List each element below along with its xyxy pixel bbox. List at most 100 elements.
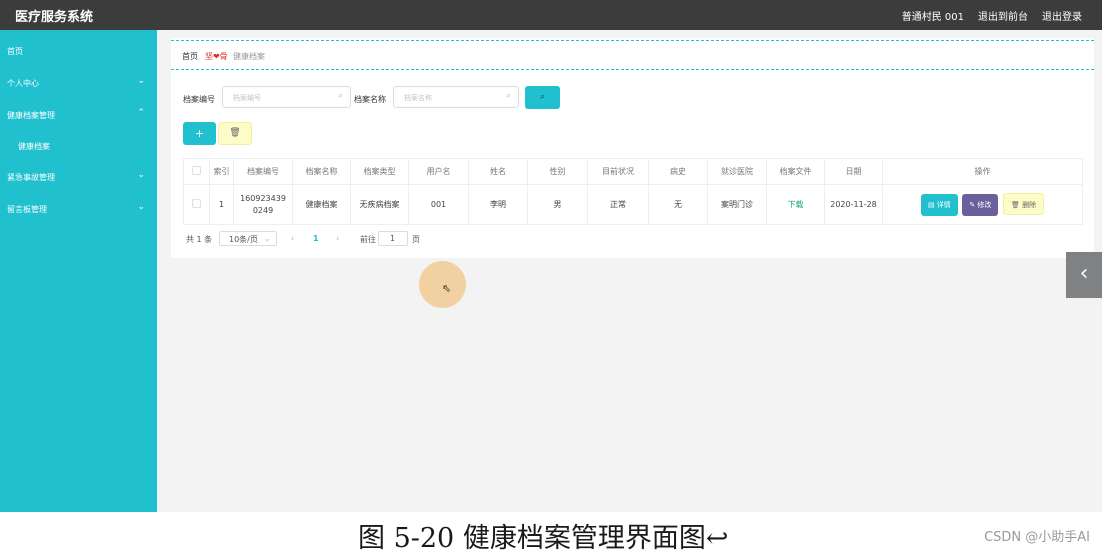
cell-code: 1609234390249 (233, 184, 293, 225)
column-header: 索引 (209, 158, 234, 185)
sidebar-item-label: 健康档案管理 (7, 111, 55, 120)
cell-username: 001 (408, 184, 469, 225)
cell-type: 无疾病档案 (350, 184, 409, 225)
delete-label: 删除 (1022, 201, 1037, 209)
pagination: 共 1 条 10条/页 ⌄ ‹ 1 › 前往 1 页 (186, 228, 486, 248)
column-header: 档案名称 (292, 158, 351, 185)
next-page-button[interactable]: › (336, 234, 339, 243)
main-content: 首页 坚❤骨 健康档案 档案编号 档案编号 ⌕ 档案名称 档案名称 ⌕ ⌕ + … (171, 38, 1094, 258)
figure-caption: 图 5-20 健康档案管理界面图↩ (358, 523, 729, 554)
cell-name: 健康档案 (292, 184, 351, 225)
sidebar: 首页 个人中心 ⌄ 健康档案管理 ⌃ 健康档案 紧急事故管理 ⌄ 留言板管理 ⌄ (0, 30, 157, 512)
select-all-checkbox[interactable] (192, 166, 201, 175)
user-label: 普通村民 001 (901, 12, 964, 23)
page-size-value: 10条/页 (229, 235, 258, 244)
logout-link[interactable]: 退出登录 (1042, 8, 1082, 23)
goto-page-input[interactable]: 1 (378, 231, 408, 246)
cell-actions: ▤ 详情 ✎ 修改 🗑 删除 (882, 184, 1083, 225)
goto-page-value: 1 (390, 234, 396, 243)
page-size-select[interactable]: 10条/页 ⌄ (219, 231, 277, 246)
app-title: 医疗服务系统 (15, 10, 94, 25)
table-header-row: 索引 档案编号 档案名称 档案类型 用户名 姓名 性别 目前状况 病史 就诊医院… (183, 158, 1083, 185)
sidebar-item-label: 个人中心 (7, 79, 39, 88)
plus-icon: + (194, 127, 205, 140)
column-header: 档案编号 (233, 158, 293, 185)
trash-icon: 🗑 (229, 128, 241, 138)
sidebar-item-label: 留言板管理 (7, 205, 47, 214)
mouse-pointer-icon: ⇖ (442, 282, 452, 295)
sidebar-item-health-records[interactable]: 健康档案 (0, 134, 157, 158)
detail-label: 详情 (936, 201, 951, 209)
front-link[interactable]: 退出到前台 (978, 8, 1028, 23)
top-links: 普通村民 001 退出到前台 退出登录 (902, 8, 1082, 23)
goto-prefix: 前往 (360, 235, 376, 244)
current-page[interactable]: 1 (313, 234, 319, 243)
top-bar: 医疗服务系统 普通村民 001 退出到前台 退出登录 (0, 0, 1102, 30)
cell-index: 1 (209, 184, 234, 225)
chevron-down-icon: ⌄ (137, 76, 145, 86)
row-checkbox[interactable] (192, 199, 201, 208)
cell-person: 李明 (468, 184, 528, 225)
sidebar-item-home[interactable]: 首页 (0, 39, 157, 63)
column-header: 档案类型 (350, 158, 409, 185)
breadcrumb-current: 健康档案 (233, 52, 265, 61)
table-row: 1 1609234390249 健康档案 无疾病档案 001 李明 男 正常 无… (183, 184, 1083, 225)
sidebar-item-label: 首页 (7, 47, 23, 56)
record-name-placeholder: 档案名称 (404, 94, 432, 102)
cell-hospital: 案明门诊 (707, 184, 767, 225)
prev-page-button[interactable]: ‹ (291, 234, 294, 243)
breadcrumb-home[interactable]: 首页 (182, 51, 198, 62)
add-button[interactable]: + (183, 122, 216, 145)
chevron-down-icon: ⌄ (264, 234, 271, 243)
chevron-down-icon: ⌄ (137, 202, 145, 212)
column-header: 姓名 (468, 158, 528, 185)
breadcrumb-brand: 坚❤骨 (205, 52, 228, 61)
column-header: 日期 (824, 158, 883, 185)
cell-date: 2020-11-28 (824, 184, 883, 225)
chevron-down-icon: ⌄ (137, 170, 145, 180)
sidebar-item-health-records-mgmt[interactable]: 健康档案管理 ⌃ (0, 103, 157, 127)
figure-caption-area: 图 5-20 健康档案管理界面图↩ CSDN @小助手AI (0, 512, 1102, 554)
cell-gender: 男 (527, 184, 588, 225)
column-header: 操作 (882, 158, 1083, 185)
download-link[interactable]: 下载 (788, 200, 804, 209)
sidebar-item-label: 健康档案 (18, 142, 50, 151)
record-code-input[interactable]: 档案编号 ⌕ (222, 86, 351, 108)
column-header: 档案文件 (766, 158, 825, 185)
delete-button[interactable]: 🗑 删除 (1002, 193, 1045, 215)
sidebar-item-label: 紧急事故管理 (7, 173, 55, 182)
search-button[interactable]: ⌕ (525, 86, 560, 109)
column-header: 用户名 (408, 158, 469, 185)
watermark: CSDN @小助手AI (984, 530, 1090, 545)
column-header: 就诊医院 (707, 158, 767, 185)
records-table: 索引 档案编号 档案名称 档案类型 用户名 姓名 性别 目前状况 病史 就诊医院… (183, 158, 1083, 225)
breadcrumb: 首页 坚❤骨 健康档案 (171, 40, 1094, 70)
column-header: 性别 (527, 158, 588, 185)
record-name-input[interactable]: 档案名称 ⌕ (393, 86, 519, 108)
row-select-cell[interactable] (183, 184, 210, 225)
record-code-placeholder: 档案编号 (233, 94, 261, 102)
pagination-total: 共 1 条 (186, 235, 213, 244)
goto-suffix: 页 (412, 235, 420, 244)
chevron-left-icon: ‹ (1079, 261, 1089, 286)
detail-button[interactable]: ▤ 详情 (920, 194, 958, 216)
select-all-cell[interactable] (183, 158, 210, 185)
column-header: 病史 (648, 158, 708, 185)
app-window: 医疗服务系统 普通村民 001 退出到前台 退出登录 首页 个人中心 ⌄ 健康档… (0, 0, 1102, 512)
batch-delete-button[interactable]: 🗑 (218, 122, 252, 145)
column-header: 目前状况 (587, 158, 649, 185)
collapse-toggle-button[interactable]: ‹ (1066, 252, 1102, 298)
trash-icon: 🗑 (1010, 201, 1020, 209)
cell-file: 下载 (766, 184, 825, 225)
cell-status: 正常 (587, 184, 649, 225)
search-icon: ⌕ (505, 91, 511, 101)
sidebar-item-message-board[interactable]: 留言板管理 ⌄ (0, 197, 157, 221)
edit-label: 修改 (977, 201, 992, 209)
search-icon: ⌕ (337, 91, 343, 101)
chevron-up-icon: ⌃ (137, 108, 145, 118)
edit-button[interactable]: ✎ 修改 (962, 194, 999, 216)
record-name-label: 档案名称 (354, 95, 386, 104)
sidebar-item-personal-center[interactable]: 个人中心 ⌄ (0, 71, 157, 95)
sidebar-item-emergency-mgmt[interactable]: 紧急事故管理 ⌄ (0, 165, 157, 189)
search-icon: ⌕ (539, 92, 546, 102)
